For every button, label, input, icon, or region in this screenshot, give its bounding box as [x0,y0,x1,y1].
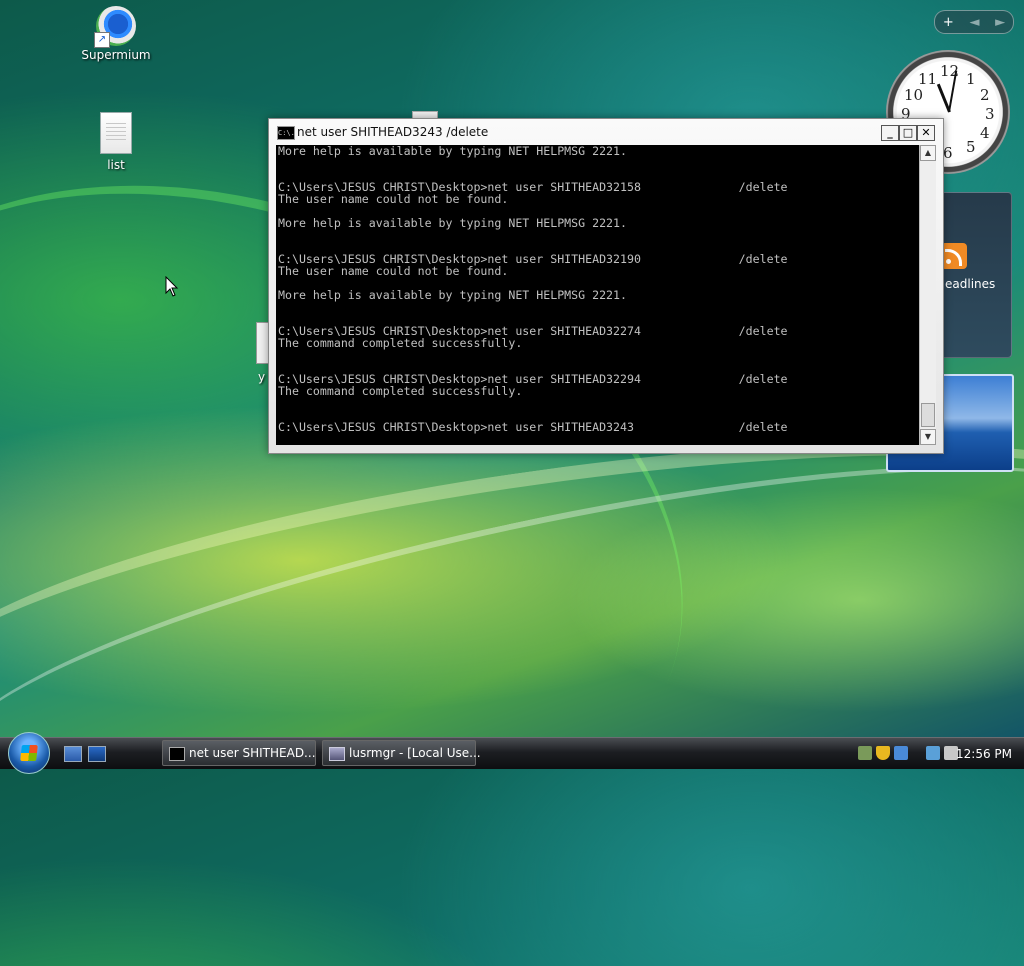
taskbar-button-lusrmgr[interactable]: lusrmgr - [Local Use... [322,740,481,766]
rss-feed-icon [941,243,967,269]
console-window[interactable]: C:\. net user SHITHEAD3243 /delete _ □ ✕… [268,118,944,454]
scroll-down-button[interactable]: ▼ [920,429,936,445]
previous-gadgets-button[interactable]: ◄ [969,15,979,30]
switch-windows-icon[interactable] [88,746,106,762]
desktop-icon-supermium[interactable]: ↗ Supermium [76,6,156,62]
console-output[interactable]: More help is available by typing NET HEL… [276,145,919,445]
console-title: net user SHITHEAD3243 /delete [297,125,489,139]
desktop-icon-label: y [258,370,266,384]
console-scrollbar[interactable]: ▲ ▼ [919,145,936,445]
network-icon[interactable] [858,746,872,760]
console-text: More help is available by typing NET HEL… [278,145,788,434]
minimize-button[interactable]: _ [881,125,899,141]
clock-time[interactable]: 12:56 PM [956,747,1012,761]
clock-number: 2 [980,86,990,104]
security-shield-icon[interactable] [876,746,890,760]
taskbar: net user SHITHEAD... lusrmgr - [Local Us… [0,732,1024,774]
clock-number: 10 [904,86,924,104]
maximize-button[interactable]: □ [899,125,917,141]
taskbar-button-console[interactable]: net user SHITHEAD... [162,740,316,766]
scrollbar-thumb[interactable] [921,403,935,427]
add-gadget-button[interactable]: + [943,15,954,30]
clock-number: 5 [966,138,976,156]
scroll-up-button[interactable]: ▲ [920,145,936,161]
clock-number: 6 [943,144,953,162]
command-prompt-icon: C:\. [277,126,295,140]
mouse-cursor-icon [165,276,179,297]
command-prompt-icon [169,747,185,761]
windows-update-icon[interactable] [894,746,908,760]
sidebar-controls: + ◄ ► [934,10,1014,34]
windows-logo-icon [20,745,38,761]
close-button[interactable]: ✕ [917,125,935,141]
clock-number: 3 [985,105,995,123]
console-titlebar[interactable]: C:\. net user SHITHEAD3243 /delete _ □ ✕ [269,119,943,145]
feed-headlines-label: eadlines [945,277,996,291]
text-file-icon [100,112,132,154]
shortcut-arrow-icon: ↗ [94,32,110,48]
desktop-icon-label: Supermium [81,48,151,62]
desktop-icon-label: list [107,158,125,172]
supermium-icon: ↗ [94,6,136,48]
clock-number: 4 [980,124,990,142]
desktop-icon-list[interactable]: list [76,112,156,172]
users-management-icon [329,747,345,761]
clock-number: 11 [918,70,938,88]
clock-number: 1 [966,70,976,88]
taskbar-button-label: lusrmgr - [Local Use... [349,746,481,760]
next-gadgets-button[interactable]: ► [995,15,1005,30]
show-desktop-icon[interactable] [64,746,82,762]
taskbar-button-label: net user SHITHEAD... [189,746,316,760]
system-tray: 12:56 PM [856,740,1024,768]
connection-icon[interactable] [926,746,940,760]
